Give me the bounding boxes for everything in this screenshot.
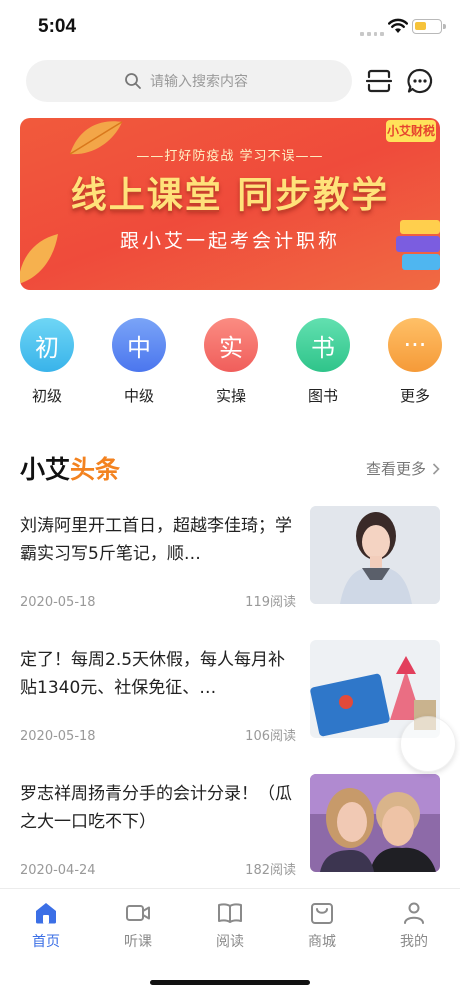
books-illustration-icon	[396, 220, 440, 270]
category-label: 实操	[215, 387, 246, 405]
tab-label: 阅读	[216, 934, 244, 950]
promo-banner[interactable]: 小艾财税 ——打好防疫战 学习不误—— 线上课堂 同步教学 跟小艾一起考会计职称	[20, 118, 440, 290]
tab-profile[interactable]: 我的	[384, 901, 444, 951]
section-title-accent: 头条	[70, 455, 121, 484]
see-more-link[interactable]: 查看更多	[366, 458, 440, 479]
category-label: 更多	[399, 387, 430, 405]
cellular-signal-icon	[360, 28, 384, 36]
tab-label: 商城	[308, 934, 336, 950]
category-label: 初级	[31, 387, 62, 405]
search-row: 请输入搜索内容	[26, 60, 440, 102]
book-icon	[218, 903, 242, 923]
category-practice-icon: 实	[204, 318, 258, 372]
headlines-header: 小艾头条 查看更多	[20, 448, 440, 488]
home-icon	[36, 903, 56, 924]
floating-assistive-button[interactable]	[400, 716, 456, 772]
person-icon	[404, 902, 424, 924]
wifi-icon	[388, 18, 408, 33]
category-junior[interactable]: 初 初级	[18, 318, 76, 408]
see-more-label: 查看更多	[365, 460, 426, 478]
category-practice[interactable]: 实 实操	[202, 318, 260, 408]
tab-label: 首页	[32, 934, 60, 950]
article-item[interactable]: 刘涛阿里开工首日，超越李佳琦；学霸实习写5斤笔记，顺… 2020-05-18 1…	[20, 506, 440, 610]
shop-bag-icon	[311, 903, 333, 924]
tab-home[interactable]: 首页	[16, 901, 76, 951]
category-intermediate[interactable]: 中 中级	[110, 318, 168, 408]
article-title: 定了！每周2.5天休假，每人每月补贴1340元、社保免征、…	[20, 650, 286, 698]
tab-courses[interactable]: 听课	[108, 901, 168, 951]
article-date: 2020-05-18	[20, 595, 96, 610]
battery-icon	[412, 19, 446, 34]
search-input[interactable]: 请输入搜索内容	[26, 60, 352, 102]
category-grid: 初 初级 中 中级 实 实操 书 图书 ··· 更多	[18, 318, 444, 408]
category-label: 中级	[123, 387, 154, 405]
tab-label: 听课	[124, 934, 152, 950]
scan-icon[interactable]	[366, 68, 392, 94]
article-reads: 106阅读	[245, 729, 296, 744]
category-junior-icon: 初	[20, 318, 74, 372]
article-reads: 182阅读	[245, 863, 296, 878]
tab-shop[interactable]: 商城	[292, 901, 352, 951]
article-item[interactable]: 罗志祥周扬青分手的会计分录！（瓜之大一口吃不下） 2020-04-24 182阅…	[20, 774, 440, 878]
category-books[interactable]: 书 图书	[294, 318, 352, 408]
article-reads: 119阅读	[245, 595, 296, 610]
category-label: 图书	[307, 387, 338, 405]
more-dots-icon: ···	[388, 318, 442, 372]
brand-logo: 小艾财税	[386, 120, 436, 142]
article-date: 2020-05-18	[20, 729, 96, 744]
category-more[interactable]: ··· 更多	[386, 318, 444, 408]
section-title-main: 小艾	[20, 455, 71, 484]
article-date: 2020-04-24	[20, 863, 96, 878]
article-item[interactable]: 定了！每周2.5天休假，每人每月补贴1340元、社保免征、… 2020-05-1…	[20, 640, 440, 744]
banner-title: 线上课堂 同步教学	[70, 175, 390, 216]
section-title: 小艾头条	[20, 450, 120, 486]
category-books-icon: 书	[296, 318, 350, 372]
banner-caption: 跟小艾一起考会计职称	[119, 230, 340, 252]
banner-subtitle: ——打好防疫战 学习不误——	[136, 149, 324, 164]
video-icon	[126, 905, 150, 921]
article-thumbnail	[310, 774, 440, 872]
search-placeholder: 请输入搜索内容	[150, 74, 248, 90]
message-icon[interactable]	[406, 67, 434, 95]
chevron-right-icon	[432, 462, 440, 475]
article-title: 刘涛阿里开工首日，超越李佳琦；学霸实习写5斤笔记，顺…	[20, 516, 292, 564]
status-time: 5:04	[38, 16, 77, 37]
category-intermediate-icon: 中	[112, 318, 166, 372]
article-title: 罗志祥周扬青分手的会计分录！（瓜之大一口吃不下）	[20, 784, 292, 832]
tab-label: 我的	[400, 934, 428, 950]
home-indicator[interactable]	[150, 980, 310, 985]
article-thumbnail	[310, 506, 440, 604]
search-icon	[125, 73, 141, 89]
tab-reading[interactable]: 阅读	[200, 901, 260, 951]
status-bar: 5:04	[0, 0, 460, 54]
